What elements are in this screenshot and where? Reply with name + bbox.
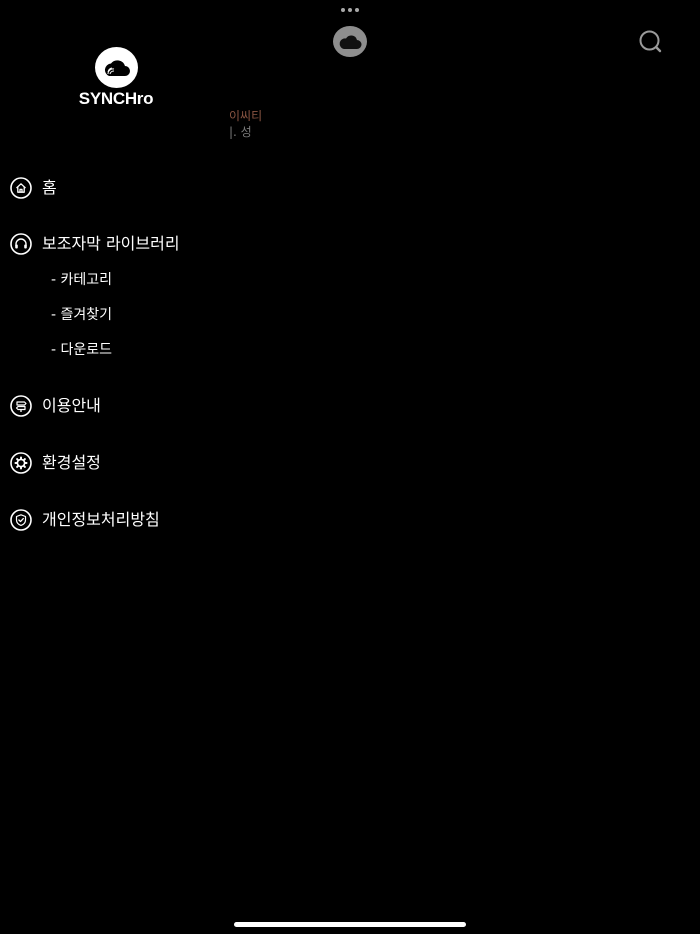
background-preview-line: |. 성 xyxy=(229,125,252,139)
cloud-icon xyxy=(339,35,362,49)
logo-cloud-icon xyxy=(104,59,130,76)
dot xyxy=(355,8,359,12)
submenu-item-favorites[interactable]: - 즐겨찾기 xyxy=(51,305,112,325)
headphones-icon xyxy=(10,233,32,255)
dot xyxy=(341,8,345,12)
menu-item-label: 홈 xyxy=(42,178,57,197)
logo-text: SYNCHro xyxy=(78,89,154,108)
menu-item-guide[interactable]: 이용안내 xyxy=(10,394,101,418)
menu-item-label: 개인정보처리방침 xyxy=(42,510,160,529)
menu-item-settings[interactable]: 환경설정 xyxy=(10,451,101,475)
shield-check-icon xyxy=(10,509,32,531)
gear-icon xyxy=(10,452,32,474)
background-preview-line: 이씨티 xyxy=(229,109,263,123)
submenu-item-category[interactable]: - 카테고리 xyxy=(51,270,112,290)
signpost-icon xyxy=(10,395,32,417)
multitasking-dots[interactable] xyxy=(341,7,359,13)
logo-mark xyxy=(95,47,138,88)
menu-item-label: 보조자막 라이브러리 xyxy=(42,234,180,253)
dot xyxy=(348,8,352,12)
submenu-item-downloads[interactable]: - 다운로드 xyxy=(51,340,112,360)
search-button[interactable] xyxy=(638,30,664,54)
search-icon xyxy=(639,30,662,53)
menu-item-label: 이용안내 xyxy=(42,396,101,415)
menu-item-label: 환경설정 xyxy=(42,453,101,472)
home-icon xyxy=(10,177,32,199)
menu-item-library[interactable]: 보조자막 라이브러리 xyxy=(10,232,180,256)
menu-item-privacy[interactable]: 개인정보처리방침 xyxy=(10,508,160,532)
cloud-button[interactable] xyxy=(333,26,367,57)
menu-item-home[interactable]: 홈 xyxy=(10,176,57,200)
app-logo: SYNCHro xyxy=(70,47,162,111)
home-indicator[interactable] xyxy=(234,922,466,927)
